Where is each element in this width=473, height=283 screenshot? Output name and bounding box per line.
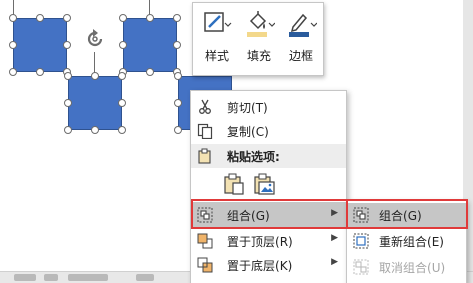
menu-item-bring-to-front-mnemonic: (R) — [275, 235, 293, 249]
regroup-icon — [353, 233, 369, 249]
submenu-item-ungroup-mnemonic: (U) — [427, 261, 446, 275]
clipboard-icon — [198, 148, 211, 164]
mini-toolbar: 样式 填充 边框 — [192, 2, 324, 76]
menu-item-group-label: 组合 — [227, 209, 252, 223]
border-button[interactable]: 边框 — [281, 3, 321, 75]
resize-handle[interactable] — [64, 99, 72, 107]
paste-as-picture-icon[interactable] — [253, 173, 275, 195]
resize-handle[interactable] — [174, 72, 182, 80]
resize-handle[interactable] — [118, 126, 126, 134]
fill-label: 填充 — [246, 49, 271, 63]
submenu-arrow-icon: ▶ — [331, 233, 338, 243]
menu-item-send-to-back-mnemonic: (K) — [275, 259, 293, 273]
submenu-item-regroup-mnemonic: (E) — [427, 235, 444, 249]
menu-item-send-to-back-label: 置于底层 — [227, 259, 276, 273]
submenu-item-ungroup-label: 取消组合 — [379, 261, 428, 275]
group-submenu: 组合(G) 重新组合(E) 取消组合(U) — [346, 200, 467, 283]
resize-handle[interactable] — [118, 99, 126, 107]
menu-item-copy[interactable]: 复制(C) — [191, 119, 346, 143]
border-pen-icon — [289, 13, 317, 37]
resize-handle[interactable] — [91, 126, 99, 134]
menu-item-bring-to-front-label: 置于顶层 — [227, 235, 276, 249]
submenu-item-regroup-label: 重新组合 — [379, 235, 428, 249]
resize-handle[interactable] — [174, 99, 182, 107]
menu-item-copy-label: 复制 — [227, 125, 252, 139]
submenu-arrow-icon: ▶ — [331, 257, 338, 267]
menu-item-cut[interactable]: 剪切(T) — [191, 95, 346, 119]
bring-to-front-icon — [197, 233, 213, 249]
menu-item-copy-mnemonic: (C) — [251, 125, 269, 139]
style-button[interactable]: 样式 — [197, 3, 237, 75]
paste-options-label: 粘贴选项: — [227, 150, 280, 164]
paste-keep-format-icon[interactable] — [223, 173, 245, 195]
send-to-back-icon — [197, 257, 213, 273]
resize-handle[interactable] — [173, 14, 181, 22]
ungroup-icon — [353, 259, 369, 275]
group-icon — [197, 207, 213, 223]
menu-item-send-to-back[interactable]: 置于底层(K) ▶ — [191, 253, 346, 277]
fill-bucket-icon — [247, 11, 275, 37]
resize-handle[interactable] — [36, 68, 44, 76]
submenu-item-regroup[interactable]: 重新组合(E) — [347, 229, 466, 253]
resize-handle[interactable] — [36, 14, 44, 22]
selected-square-shape[interactable] — [123, 18, 177, 72]
group-icon — [353, 207, 369, 223]
resize-handle[interactable] — [63, 41, 71, 49]
style-icon — [204, 12, 232, 32]
style-label: 样式 — [204, 49, 229, 63]
resize-handle[interactable] — [91, 72, 99, 80]
menu-item-group-mnemonic: (G) — [251, 209, 270, 223]
scissors-icon — [199, 99, 211, 114]
fill-button[interactable]: 填充 — [239, 3, 279, 75]
rotate-handle-icon[interactable] — [84, 28, 106, 50]
copy-icon — [197, 123, 213, 139]
resize-handle[interactable] — [118, 72, 126, 80]
selected-square-shape[interactable] — [68, 76, 122, 130]
resize-handle[interactable] — [173, 41, 181, 49]
selected-square-shape[interactable] — [13, 18, 67, 72]
resize-handle[interactable] — [64, 72, 72, 80]
menu-item-bring-to-front[interactable]: 置于顶层(R) ▶ — [191, 229, 346, 253]
submenu-item-group[interactable]: 组合(G) — [347, 203, 466, 227]
menu-item-cut-mnemonic: (T) — [251, 101, 268, 115]
submenu-item-ungroup[interactable]: 取消组合(U) — [347, 255, 466, 279]
context-menu: 剪切(T) 复制(C) 粘贴选项: 组合(G) ▶ 置于顶层(R) ▶ 置于底层… — [190, 90, 347, 283]
resize-handle[interactable] — [146, 14, 154, 22]
menu-item-group[interactable]: 组合(G) ▶ — [191, 202, 346, 228]
resize-handle[interactable] — [119, 41, 127, 49]
submenu-item-group-mnemonic: (G) — [403, 209, 422, 223]
resize-handle[interactable] — [146, 68, 154, 76]
resize-handle[interactable] — [64, 126, 72, 134]
submenu-item-group-label: 组合 — [379, 209, 404, 223]
resize-handle[interactable] — [63, 14, 71, 22]
menu-item-cut-label: 剪切 — [227, 101, 252, 115]
resize-handle[interactable] — [9, 14, 17, 22]
powerpoint-window: 样式 填充 边框 剪切(T) 复制(C) 粘贴选项: 组合(G) ▶ 置于顶层(… — [0, 0, 473, 283]
paste-options-header: 粘贴选项: — [191, 144, 346, 168]
submenu-arrow-icon: ▶ — [331, 208, 338, 218]
resize-handle[interactable] — [9, 68, 17, 76]
border-label: 边框 — [288, 49, 313, 63]
resize-handle[interactable] — [9, 41, 17, 49]
resize-handle[interactable] — [174, 126, 182, 134]
resize-handle[interactable] — [119, 14, 127, 22]
